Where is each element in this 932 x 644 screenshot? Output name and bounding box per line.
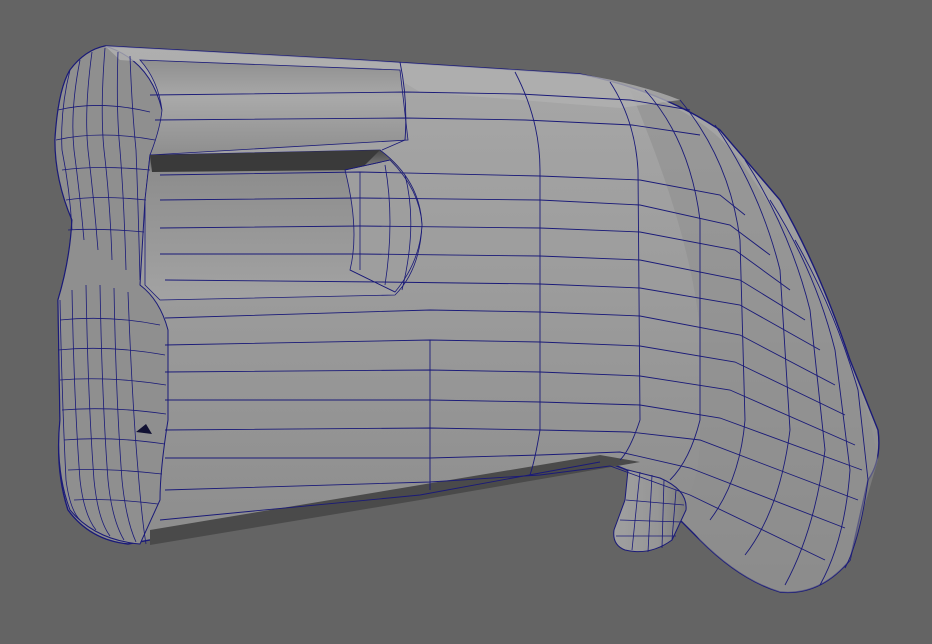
3d-viewport[interactable] bbox=[0, 0, 932, 644]
mesh-canvas[interactable] bbox=[0, 0, 932, 644]
mesh-top-rail bbox=[139, 59, 409, 156]
